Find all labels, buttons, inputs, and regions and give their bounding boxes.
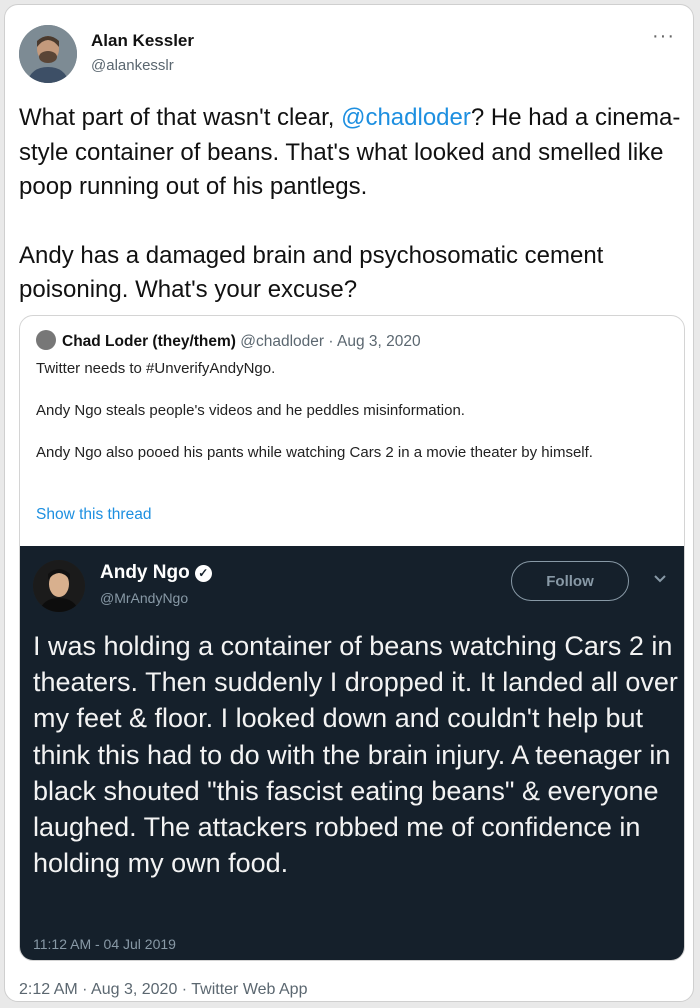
embedded-author-name: Andy Ngo ✓ bbox=[100, 562, 212, 584]
quoted-text: Twitter needs to #UnverifyAndyNgo. Andy … bbox=[36, 358, 656, 484]
quoted-line: Andy Ngo steals people's videos and he p… bbox=[36, 402, 465, 419]
author-name[interactable]: Alan Kessler bbox=[91, 31, 194, 51]
quoted-line: Andy Ngo also pooed his pants while watc… bbox=[36, 444, 593, 461]
more-horizontal-icon[interactable]: ··· bbox=[652, 25, 675, 48]
mention-link[interactable]: @chadloder bbox=[341, 104, 471, 131]
embedded-timestamp: 11:12 AM - 04 Jul 2019 bbox=[33, 936, 176, 952]
tweet-text-part1: What part of that wasn't clear, bbox=[19, 104, 342, 131]
embedded-author-handle: @MrAndyNgo bbox=[100, 590, 189, 606]
embedded-author-name-text: Andy Ngo bbox=[100, 562, 190, 583]
chevron-down-icon bbox=[654, 575, 666, 583]
embedded-avatar bbox=[33, 560, 85, 612]
tweet-card: Alan Kessler @alankesslr ··· What part o… bbox=[4, 4, 694, 1002]
author-handle[interactable]: @alankesslr bbox=[91, 57, 174, 74]
follow-button: Follow bbox=[511, 561, 629, 601]
quoted-tweet[interactable]: Chad Loder (they/them) @chadloder · Aug … bbox=[19, 315, 685, 961]
embedded-tweet-screenshot: Andy Ngo ✓ @MrAndyNgo Follow I was holdin… bbox=[20, 546, 684, 960]
embedded-tweet-text: I was holding a container of beans watch… bbox=[33, 631, 678, 879]
quoted-author-name: Chad Loder (they/them) bbox=[62, 333, 236, 350]
quoted-header: Chad Loder (they/them) @chadloder · Aug … bbox=[36, 330, 421, 351]
quoted-avatar bbox=[36, 330, 56, 350]
tweet-footer-meta[interactable]: 2:12 AM · Aug 3, 2020 · Twitter Web App bbox=[19, 981, 307, 999]
avatar[interactable] bbox=[19, 25, 77, 83]
tweet-text: What part of that wasn't clear, @chadlod… bbox=[19, 101, 687, 308]
quoted-line: Twitter needs to #UnverifyAndyNgo. bbox=[36, 360, 276, 377]
show-thread-link[interactable]: Show this thread bbox=[36, 506, 151, 524]
tweet-text-para2: Andy has a damaged brain and psychosomat… bbox=[19, 241, 604, 304]
quoted-meta: @chadloder · Aug 3, 2020 bbox=[240, 333, 421, 350]
verified-badge-icon: ✓ bbox=[194, 565, 212, 582]
